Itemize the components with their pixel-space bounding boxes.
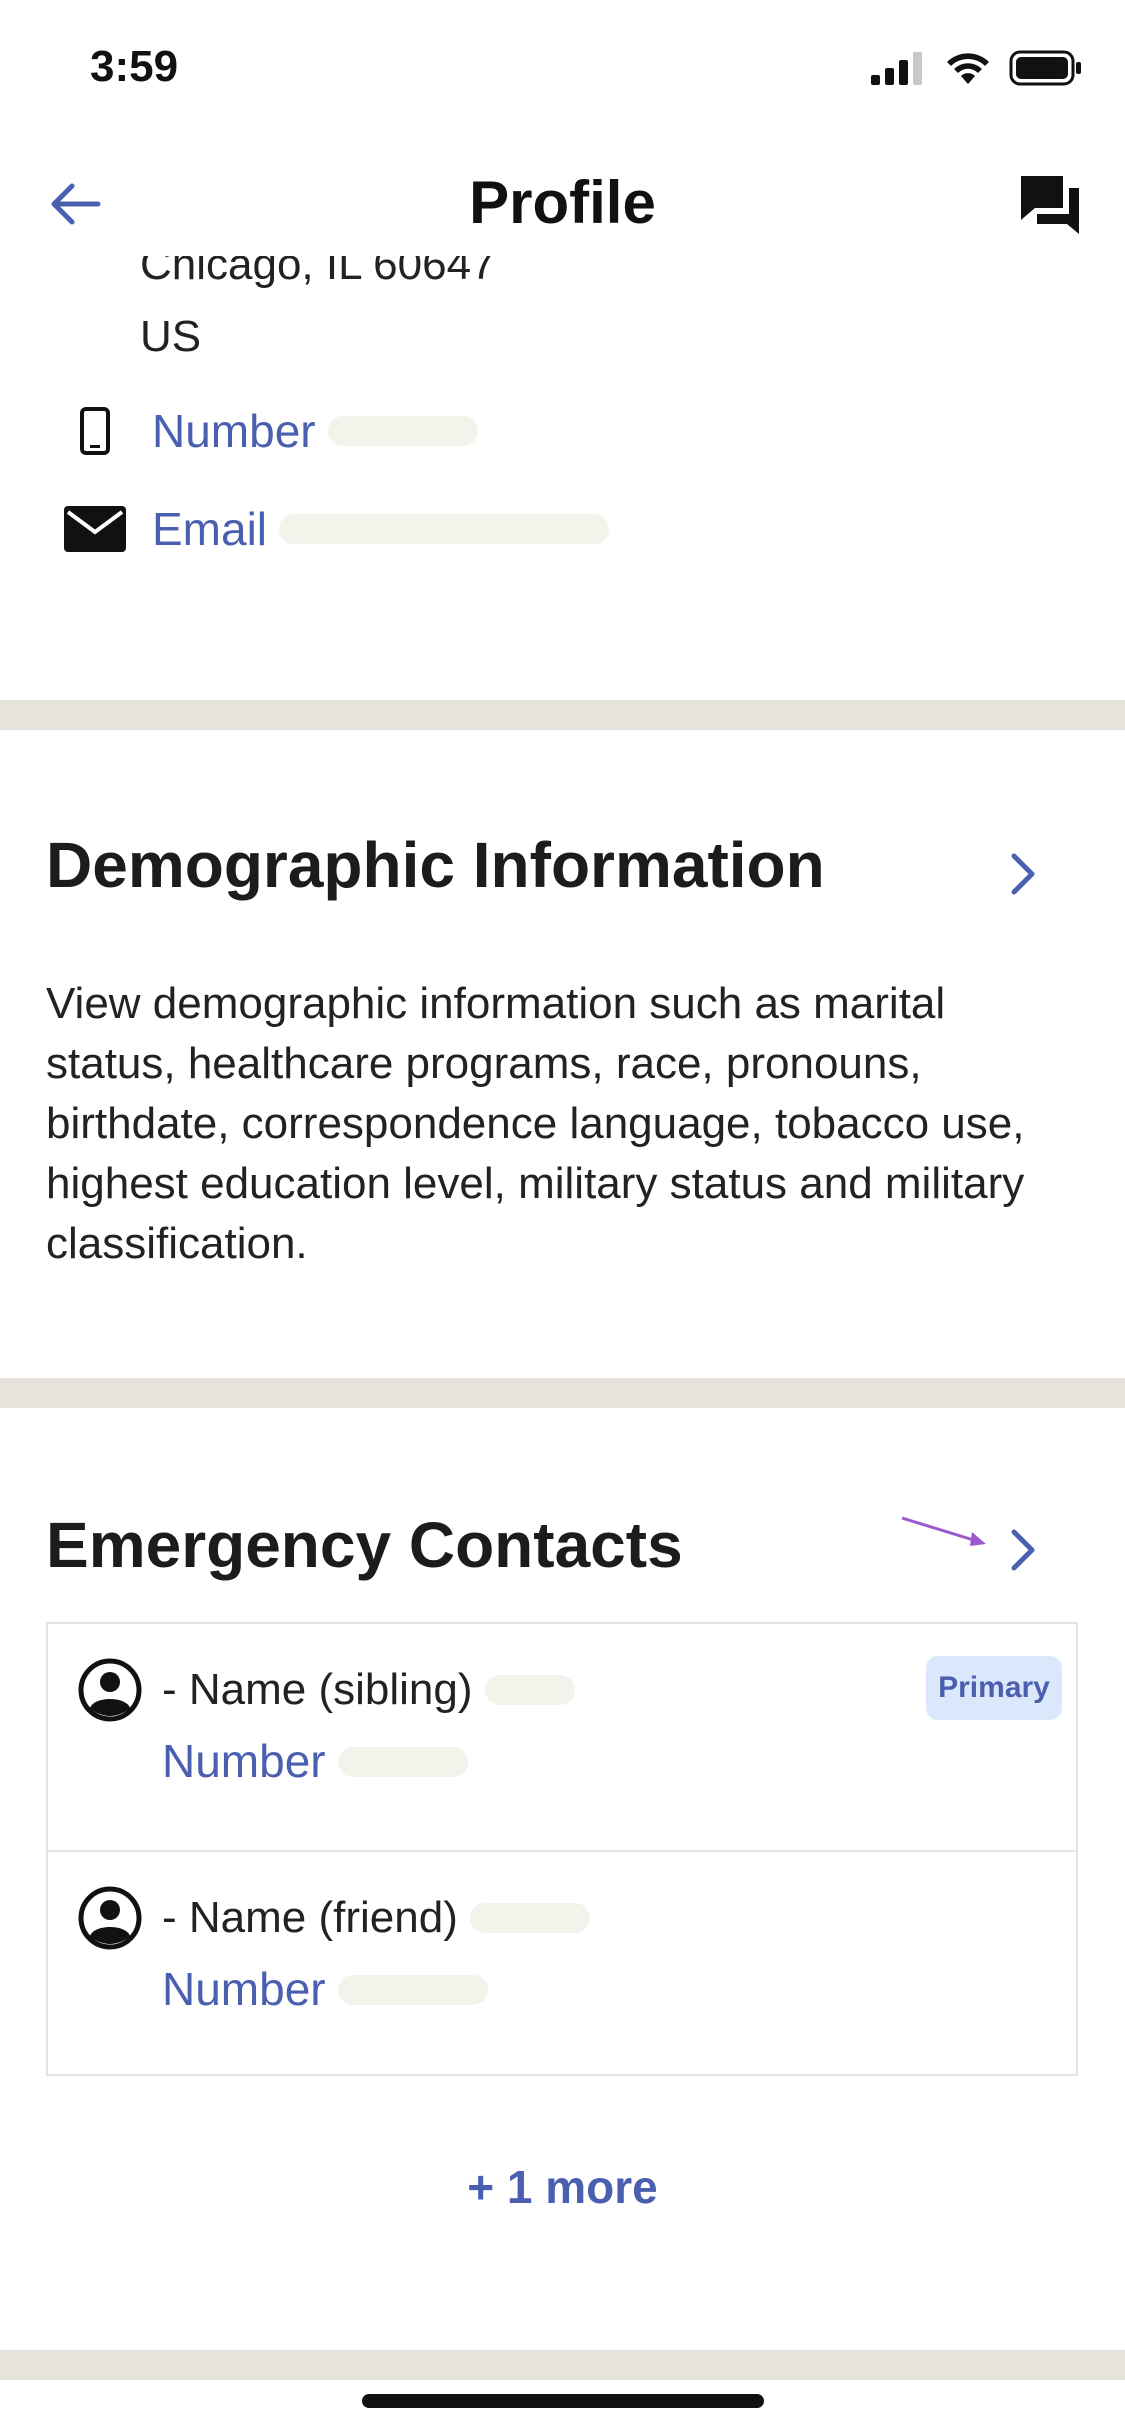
chat-icon — [1021, 176, 1079, 234]
email-link[interactable]: Email — [152, 502, 267, 556]
contact-number-link[interactable]: Number — [162, 1962, 488, 2016]
demographic-title: Demographic Information — [46, 829, 825, 901]
redacted-number — [337, 1975, 488, 2005]
contact-number-link[interactable]: Number — [162, 1734, 468, 1788]
contact-row-friend[interactable]: - Name (friend) — [78, 1886, 590, 1950]
battery-icon — [1009, 50, 1081, 86]
wifi-icon — [947, 53, 989, 84]
demographic-description: View demographic information such as mar… — [46, 979, 1025, 1268]
phone-link[interactable]: Number — [152, 404, 316, 458]
redacted-email — [279, 514, 610, 544]
chevron-right-icon — [1011, 1529, 1035, 1571]
emergency-title: Emergency Contacts — [46, 1509, 683, 1581]
contact-name: - Name (friend) — [162, 1893, 458, 1942]
show-more-button[interactable]: + 1 more — [0, 2160, 1125, 2214]
address-line-1: Chicago, IL 60647 — [140, 256, 496, 289]
home-indicator[interactable] — [362, 2394, 764, 2408]
status-time: 3:59 — [90, 42, 179, 91]
section-divider — [0, 1378, 1125, 1408]
redacted-name — [469, 1903, 590, 1933]
emergency-chevron-button[interactable] — [1004, 1520, 1044, 1585]
avatar-icon — [78, 1886, 142, 1950]
signal-icon — [871, 52, 922, 85]
phone-row[interactable]: Number — [60, 404, 478, 458]
avatar-icon — [78, 1658, 142, 1722]
contact-name: - Name (sibling) — [162, 1665, 473, 1714]
redacted-number — [337, 1747, 468, 1777]
redacted-phone — [327, 416, 478, 446]
address-line-2: US — [140, 312, 202, 361]
email-row[interactable]: Email — [60, 502, 610, 556]
section-divider — [0, 700, 1125, 730]
chat-button[interactable] — [1015, 170, 1085, 240]
demographic-chevron-button[interactable] — [1004, 844, 1044, 909]
redacted-name — [484, 1675, 575, 1705]
status-icons — [871, 50, 1083, 86]
phone-icon — [60, 407, 130, 455]
chevron-right-icon — [1011, 853, 1035, 895]
annotation-arrow-icon — [901, 1516, 986, 1546]
email-icon — [60, 506, 130, 552]
section-divider — [0, 2350, 1125, 2380]
page-title: Profile — [469, 169, 656, 236]
primary-badge: Primary — [926, 1656, 1062, 1720]
contact-row-sibling[interactable]: - Name (sibling) — [78, 1658, 575, 1722]
card-divider — [46, 1850, 1078, 1852]
